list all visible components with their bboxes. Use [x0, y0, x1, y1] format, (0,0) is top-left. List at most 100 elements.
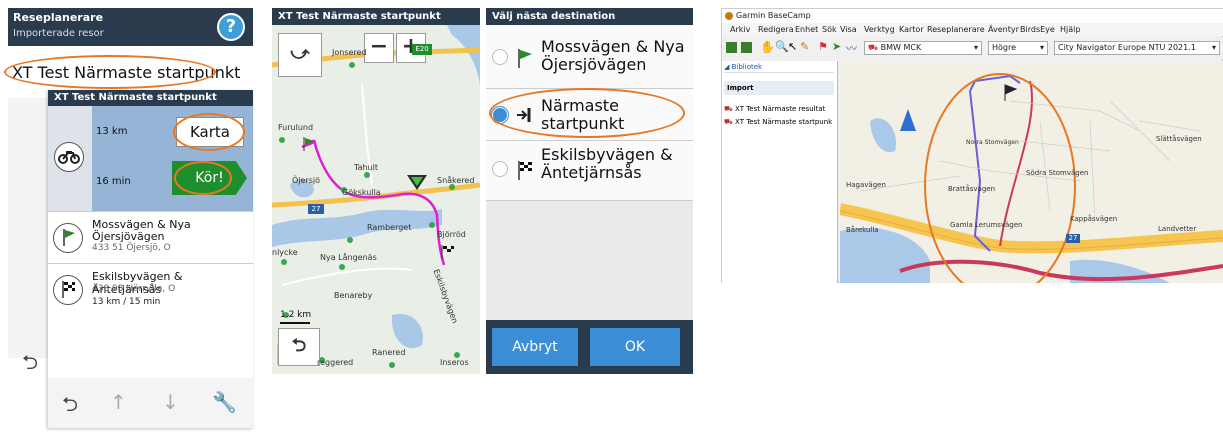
waypoint-address: 438 93 Härryda, O [92, 284, 176, 294]
radio-button[interactable] [492, 49, 508, 65]
zoom-out-button[interactable]: − [364, 33, 394, 63]
place-label: Inseros [440, 358, 469, 367]
waypoint-name-line2: Öjersjövägen [92, 230, 165, 243]
header-title: Reseplanerare [13, 11, 104, 24]
place-label: Ranered [372, 348, 406, 357]
ok-button[interactable]: OK [590, 328, 680, 366]
place-label: Gökskulla [342, 188, 381, 197]
highlight-ring [489, 88, 685, 138]
select-icon[interactable]: ↖ [788, 40, 797, 53]
activity-profile-select[interactable]: ⛟ BMW MCK ▾ [864, 41, 982, 55]
flag-green-icon [53, 223, 83, 253]
menu-item[interactable]: BirdsEye [1020, 25, 1055, 34]
menu-item[interactable]: Kartor [899, 25, 924, 34]
scale-bar [280, 322, 310, 324]
measure-icon[interactable]: ✎ [800, 40, 809, 53]
option-label-line2: Öjersjövägen [541, 55, 647, 74]
send-icon[interactable] [741, 42, 752, 53]
place-label: Jonsered [332, 48, 367, 57]
menu-bar: Arkiv Redigera Enhet Sök Visa Verktyg Ka… [722, 23, 1223, 36]
place-label: nlycke [272, 248, 298, 257]
place-label: Björröd [437, 230, 466, 239]
library-label: Bibliotek [731, 63, 763, 71]
place-label: Nya Långenäs [320, 253, 377, 262]
route-shape-icon[interactable]: ⤻ [278, 33, 322, 77]
background-list [8, 98, 48, 358]
receive-icon[interactable] [726, 42, 737, 53]
route-icon[interactable]: ➤ [832, 40, 841, 53]
list-item[interactable]: ⛟ XT Test Närmaste startpunk [724, 118, 832, 127]
highlight-ring [4, 55, 216, 89]
wrench-icon[interactable]: 🔧 [212, 390, 237, 414]
down-arrow-icon[interactable]: ↓ [162, 390, 179, 414]
map-header: XT Test Närmaste startpunkt [272, 8, 480, 25]
window-title: Garmin BaseCamp [736, 11, 811, 20]
menu-item[interactable]: Reseplanerare [927, 25, 985, 34]
waypoint-icon[interactable]: ⚑ [818, 40, 828, 53]
header-subtitle: Importerade resor [13, 28, 104, 39]
option-row[interactable]: Eskilsbyvägen & Äntetjärnsås [486, 141, 693, 201]
scale-label: 1.2 km [280, 310, 312, 320]
waypoint-row[interactable]: Mossvägen & Nya Öjersjövägen 433 51 Öjer… [48, 211, 253, 263]
flag-green-icon [302, 136, 316, 156]
import-folder[interactable]: Import [724, 81, 834, 95]
waypoint-row[interactable]: Eskilsbyvägen & Äntetjärnsås 438 93 Härr… [48, 263, 253, 315]
street-label: Hagavägen [846, 181, 886, 189]
option-row[interactable]: Mossvägen & Nya Öjersjövägen [486, 25, 693, 89]
track-icon[interactable]: 〰 [846, 40, 857, 56]
place-label: Öjersjö [292, 176, 321, 185]
window-title-bar: Garmin BaseCamp [722, 9, 1223, 23]
route-detail-card: XT Test Närmaste startpunkt 13 km 16 min… [48, 90, 253, 428]
flag-green-icon [516, 47, 534, 73]
menu-item[interactable]: Arkiv [730, 25, 750, 34]
place-label: Tahult [354, 163, 378, 172]
next-destination-dialog: Välj nästa destination Mossvägen & Nya Ö… [486, 8, 693, 374]
menu-item[interactable]: Enhet [795, 25, 818, 34]
list-item[interactable]: ⛟ XT Test Närmaste resultat [724, 105, 825, 114]
street-label: Kappåsvägen [1070, 215, 1118, 223]
direction-label: Högre [992, 43, 1017, 52]
radio-button[interactable] [492, 161, 508, 177]
highlight-ring [174, 161, 232, 195]
distance-value: 13 km [96, 126, 128, 137]
option-label: Eskilsbyvägen & [541, 145, 673, 164]
menu-item[interactable]: Hjälp [1060, 25, 1080, 34]
road-sign-27: 27 [308, 204, 324, 214]
basecamp-map[interactable]: 27 Hagavägen Brattåsvägen Gamla Lerumsvä… [840, 61, 1223, 283]
help-button[interactable]: ? [217, 13, 245, 41]
waypoint-address: 433 51 Öjersjö, O [92, 243, 171, 253]
zoom-icon[interactable]: 🔍 [775, 40, 789, 53]
checkered-flag-icon [440, 244, 456, 264]
toolbar: ✋ 🔍 ↖ ✎ ⚑ ➤ 〰 ⛟ BMW MCK ▾ Högre ▾ City Nav… [722, 37, 1223, 59]
hand-icon[interactable]: ✋ [760, 40, 775, 54]
cancel-button[interactable]: Avbryt [492, 328, 578, 366]
back-icon[interactable]: ⮌ [22, 348, 38, 382]
basecamp-window: Garmin BaseCamp Arkiv Redigera Enhet Sök… [721, 8, 1223, 283]
place-label: Furulund [278, 123, 314, 132]
direction-select[interactable]: Högre ▾ [988, 41, 1048, 55]
route-map-panel: XT Test Närmaste startpunkt ⤻ − + ⮌ E20 … [272, 8, 480, 374]
place-label: Ramberget [367, 223, 412, 232]
dialog-button-bar: Avbryt OK [486, 320, 693, 374]
menu-item[interactable]: Verktyg [864, 25, 895, 34]
menu-item[interactable]: Sök [822, 25, 837, 34]
option-label-line2: Äntetjärnsås [541, 163, 642, 182]
street-label: Södra Stomvägen [1026, 169, 1089, 177]
library-tree-header[interactable]: ◢ Bibliotek [724, 61, 834, 73]
menu-item[interactable]: Äventyr [988, 25, 1019, 34]
back-button[interactable]: ⮌ [278, 328, 320, 366]
street-label: Norra Stomvägen [966, 139, 1019, 146]
menu-item[interactable]: Redigera [758, 25, 794, 34]
list-spacer [48, 315, 253, 378]
list-item-label: XT Test Närmaste startpunk [735, 118, 833, 126]
street-label: Slättåsvägen [1156, 135, 1202, 143]
route-planner-header: Reseplanerare Importerade resor ? [8, 8, 253, 46]
dialog-title: Välj nästa destination [486, 8, 693, 25]
up-arrow-icon[interactable]: ↑ [110, 390, 127, 414]
route-summary: 13 km 16 min Karta Kör! [48, 106, 253, 211]
map-product-select[interactable]: City Navigator Europe NTU 2021.1 ▾ [1054, 41, 1220, 55]
route-planner-panel: Reseplanerare Importerade resor ? XT Tes… [4, 8, 253, 428]
menu-item[interactable]: Visa [840, 25, 857, 34]
back-icon[interactable]: ⮌ [62, 390, 78, 424]
checkered-flag-icon [53, 275, 83, 305]
